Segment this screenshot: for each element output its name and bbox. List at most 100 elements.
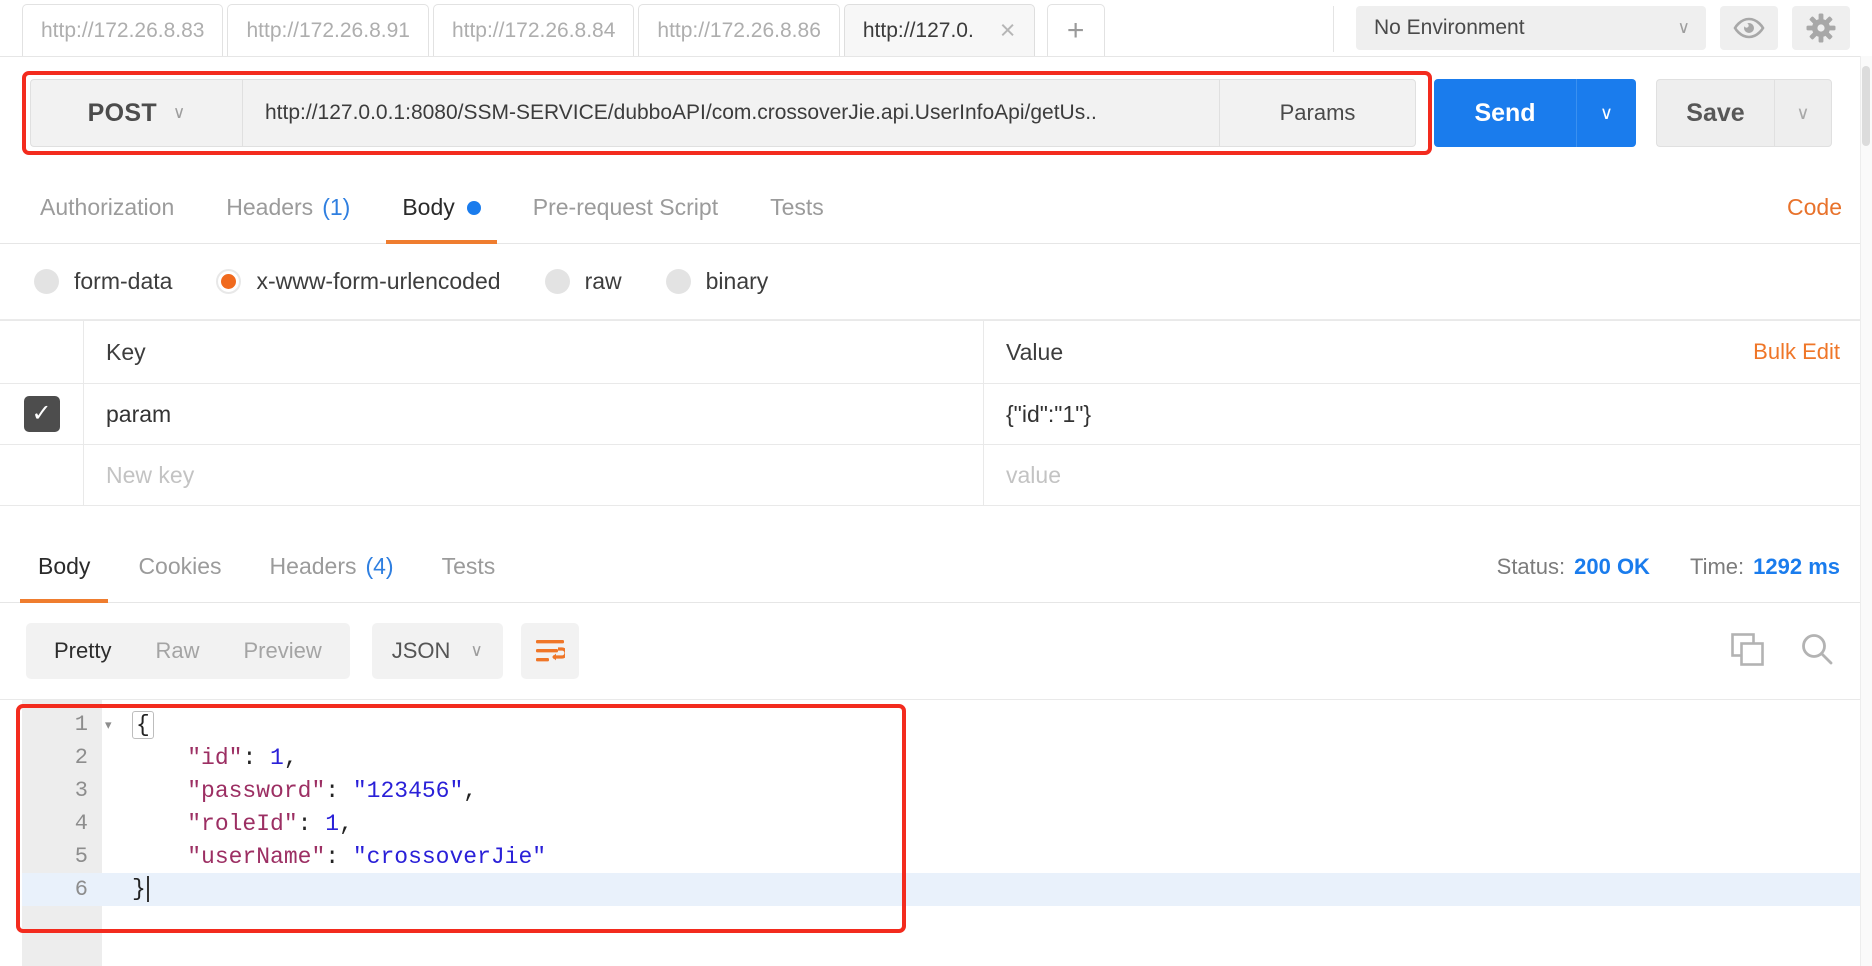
- fold-arrow-icon[interactable]: ▾: [102, 717, 124, 733]
- view-mode-raw[interactable]: Raw: [133, 623, 221, 679]
- new-tab-button[interactable]: +: [1046, 4, 1105, 56]
- tab-tests[interactable]: Tests: [744, 172, 850, 244]
- params-button[interactable]: Params: [1220, 79, 1416, 147]
- code-token: "crossoverJie": [352, 843, 547, 870]
- code-line: 5 "userName": "crossoverJie": [22, 840, 1872, 873]
- chevron-down-icon: ∨: [470, 641, 483, 660]
- code-token: ,: [463, 777, 478, 804]
- request-tab-label: http://172.26.8.84: [451, 18, 616, 42]
- search-button[interactable]: [1800, 632, 1834, 671]
- response-tab-body[interactable]: Body: [14, 531, 114, 603]
- response-tab-tests[interactable]: Tests: [418, 531, 520, 603]
- request-tab-0[interactable]: http://172.26.8.83: [22, 4, 224, 56]
- code-line-text: "roleId": 1,: [124, 811, 353, 837]
- response-tab-label: Body: [38, 553, 91, 579]
- view-mode-preview[interactable]: Preview: [221, 623, 343, 679]
- response-format-selector[interactable]: JSON ∨: [371, 623, 503, 679]
- request-tab-3[interactable]: http://172.26.8.86: [638, 4, 840, 56]
- code-line: 1 ▾ {: [22, 708, 1872, 741]
- send-options-caret[interactable]: ∨: [1576, 79, 1636, 147]
- send-button[interactable]: Send: [1434, 79, 1576, 147]
- row-key-input[interactable]: param: [84, 384, 984, 444]
- code-token: 1: [270, 744, 284, 771]
- radio-button-icon[interactable]: [34, 269, 59, 294]
- body-type-form-data[interactable]: form-data: [34, 268, 172, 295]
- http-method-selector[interactable]: POST ∨: [30, 79, 242, 147]
- line-number: 4: [74, 811, 88, 836]
- body-type-x-www-form-urlencoded[interactable]: x-www-form-urlencoded: [216, 268, 501, 295]
- environment-label: No Environment: [1374, 16, 1525, 39]
- copy-icon: [1731, 632, 1764, 666]
- tab-authorization[interactable]: Authorization: [14, 172, 200, 244]
- request-tab-1[interactable]: http://172.26.8.91: [227, 4, 429, 56]
- code-line: 3 "password": "123456",: [22, 774, 1872, 807]
- radio-button-icon[interactable]: [544, 269, 570, 294]
- header-divider: [1333, 6, 1334, 52]
- bulk-edit-link[interactable]: Bulk Edit: [1753, 339, 1840, 365]
- url-input[interactable]: http://127.0.0.1:8080/SSM-SERVICE/dubboA…: [242, 79, 1220, 147]
- body-type-label: binary: [705, 268, 769, 294]
- response-tab-cookies[interactable]: Cookies: [114, 531, 245, 603]
- text-cursor: [146, 876, 149, 903]
- view-mode-pretty[interactable]: Pretty: [32, 623, 133, 679]
- row-enable-checkbox-cell: ✓: [0, 384, 84, 444]
- code-link[interactable]: Code: [1787, 194, 1842, 221]
- line-number: 2: [74, 745, 88, 770]
- copy-button[interactable]: [1730, 632, 1764, 671]
- vertical-scrollbar[interactable]: [1860, 56, 1872, 966]
- scrollbar-thumb[interactable]: [1862, 66, 1870, 146]
- request-tab-label: http://127.0.: [862, 18, 974, 42]
- word-wrap-button[interactable]: [520, 623, 579, 679]
- tab-body[interactable]: Body: [376, 172, 506, 244]
- code-token: :: [325, 843, 353, 870]
- save-button[interactable]: Save: [1656, 79, 1774, 147]
- chevron-down-icon: ∨: [1677, 18, 1690, 37]
- response-body-viewer: 1 ▾{2 "id": 1, 3 "password": "123456", 4 "r…: [0, 699, 1872, 966]
- table-header-check-cell: [0, 321, 84, 383]
- header-right-controls: No Environment ∨: [1311, 6, 1872, 56]
- line-number: 3: [74, 778, 88, 803]
- body-type-raw[interactable]: raw: [544, 268, 622, 295]
- response-code-lines[interactable]: 1 ▾{2 "id": 1, 3 "password": "123456", 4 "r…: [22, 708, 1872, 906]
- new-key-input[interactable]: New key: [84, 445, 984, 505]
- new-value-input[interactable]: value: [984, 445, 1872, 505]
- close-icon[interactable]: ×: [1000, 17, 1016, 44]
- save-options-caret[interactable]: ∨: [1774, 79, 1832, 147]
- tab-strip: http://172.26.8.83 http://172.26.8.91 http…: [0, 0, 1872, 56]
- tab-pre-request-script[interactable]: Pre-request Script: [507, 172, 744, 244]
- radio-button-icon[interactable]: [665, 269, 691, 294]
- time-label: Time:: [1689, 553, 1745, 579]
- code-line: 2 "id": 1,: [22, 741, 1872, 774]
- code-line: 4 "roleId": 1,: [22, 807, 1872, 840]
- environment-selector[interactable]: No Environment ∨: [1356, 6, 1706, 50]
- request-tab-label: http://172.26.8.86: [657, 18, 821, 42]
- code-token: 1: [325, 810, 340, 837]
- tab-label: Headers: [226, 194, 314, 220]
- code-line-text: }: [124, 876, 149, 903]
- status-badge: Status: 200 OK: [1497, 554, 1650, 580]
- response-section-tabs: Body Cookies Headers (4) Tests Status: 200 OK…: [0, 531, 1872, 603]
- row-enable-checkbox[interactable]: ✓: [23, 396, 60, 432]
- response-view-toolbar: Pretty Raw Preview JSON ∨: [0, 603, 1872, 699]
- body-type-binary[interactable]: binary: [665, 268, 769, 295]
- request-tab-4[interactable]: http://127.0. ×: [843, 4, 1035, 56]
- row-value-input[interactable]: {"id":"1"}: [984, 384, 1872, 444]
- status-value: 200 OK: [1574, 553, 1650, 579]
- response-tab-headers[interactable]: Headers (4): [246, 531, 418, 603]
- table-new-row[interactable]: New key value: [0, 445, 1872, 506]
- request-tab-2[interactable]: http://172.26.8.84: [432, 4, 635, 56]
- settings-button[interactable]: [1792, 6, 1850, 50]
- radio-button-icon[interactable]: [216, 269, 242, 294]
- table-row[interactable]: ✓ param {"id":"1"}: [0, 384, 1872, 445]
- status-label: Status:: [1496, 553, 1566, 579]
- tab-headers[interactable]: Headers (1): [200, 172, 376, 244]
- chevron-down-icon: ∨: [172, 103, 186, 122]
- save-button-group: Save ∨: [1656, 79, 1832, 147]
- environment-quick-look-button[interactable]: [1720, 6, 1778, 50]
- table-header-key: Key: [84, 321, 984, 383]
- code-token: "id": [187, 744, 243, 771]
- table-header-row: Key Value Bulk Edit: [0, 320, 1872, 384]
- line-number: 5: [74, 844, 88, 869]
